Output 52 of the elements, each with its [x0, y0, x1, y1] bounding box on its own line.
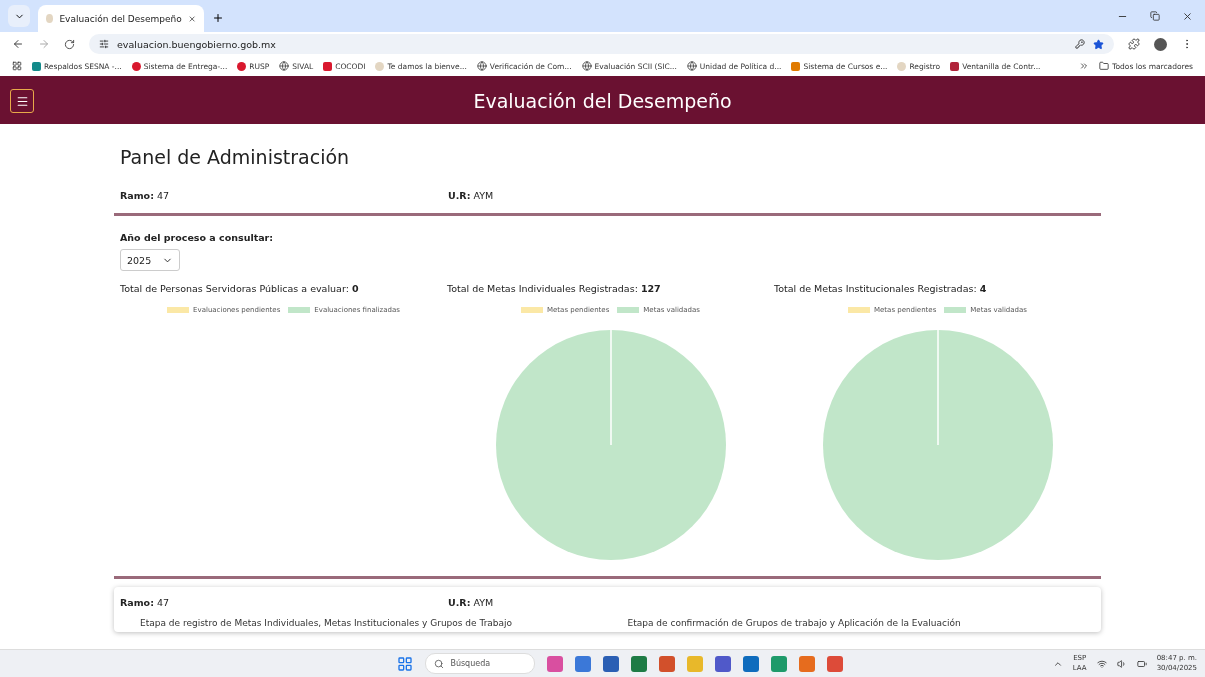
reload-icon[interactable] — [64, 38, 75, 50]
taskbar-app-icon[interactable] — [575, 655, 592, 672]
more-bookmarks-icon[interactable] — [1079, 61, 1090, 71]
new-tab-icon[interactable] — [212, 12, 224, 24]
site-settings-icon[interactable] — [99, 39, 109, 49]
chart-title: Total de Personas Servidoras Públicas a evaluar: 0 — [120, 283, 359, 294]
year-select[interactable]: 2025 — [120, 249, 180, 271]
page-title: Panel de Administración — [120, 146, 351, 168]
stage-title: Etapa de confirmación de Grupos de trabajo y Aplicación de la Evaluación — [627, 618, 962, 628]
battery-icon[interactable] — [1136, 658, 1147, 669]
app-title: Evaluación del Desempeño — [472, 90, 733, 112]
extensions-icon[interactable] — [1128, 38, 1140, 50]
close-icon[interactable] — [1182, 10, 1193, 22]
taskbar-app-icon[interactable] — [771, 655, 788, 672]
search-icon — [434, 658, 445, 669]
taskbar-app-icon[interactable] — [547, 655, 564, 672]
globe-icon — [581, 61, 592, 71]
wifi-icon[interactable] — [1096, 658, 1107, 669]
globe-icon — [279, 61, 290, 71]
year-label: Año del proceso a consultar: — [120, 232, 275, 243]
globe-icon — [476, 61, 487, 71]
star-icon[interactable] — [1093, 38, 1104, 50]
taskbar-app-icon[interactable] — [603, 655, 620, 672]
taskbar-app-icon[interactable] — [799, 655, 816, 672]
restore-icon[interactable] — [1150, 10, 1160, 21]
stage-title: Etapa de registro de Metas Individuales, Metas Institucionales y Grupos de Trabajo — [140, 618, 514, 628]
taskbar-app-icon[interactable] — [715, 655, 732, 672]
ur-label: U.R: AYM — [448, 190, 495, 201]
taskbar-app-icon[interactable] — [659, 655, 676, 672]
taskbar-app-icon[interactable] — [631, 655, 648, 672]
volume-icon[interactable] — [1116, 658, 1127, 669]
site-icon — [46, 14, 54, 23]
ur-label: U.R: AYM — [448, 597, 495, 608]
key-icon[interactable] — [1075, 39, 1085, 49]
close-icon[interactable] — [187, 13, 196, 24]
taskbar-app-icon[interactable] — [827, 655, 844, 672]
taskbar-app-icon[interactable] — [743, 655, 760, 672]
menu-button[interactable] — [10, 89, 34, 113]
taskbar-search-field[interactable]: Búsqueda — [425, 653, 536, 674]
globe-icon — [686, 61, 697, 71]
chart-title: Total de Metas Individuales Registradas: 127 — [447, 283, 661, 294]
profile-avatar[interactable] — [1154, 37, 1167, 51]
menu-icon — [15, 94, 29, 108]
apps-icon[interactable] — [12, 61, 22, 71]
back-icon[interactable] — [12, 38, 24, 50]
start-icon[interactable] — [397, 655, 414, 672]
browser-tab[interactable]: Evaluación del Desempeño — [38, 5, 204, 32]
chart-title: Total de Metas Institucionales Registradas: 4 — [774, 283, 987, 294]
address-bar[interactable]: evaluacion.buengobierno.gob.mx — [89, 34, 1114, 54]
folder-icon — [1099, 61, 1110, 71]
ramo-label: Ramo: 47 — [120, 190, 171, 201]
ramo-label: Ramo: 47 — [120, 597, 171, 608]
